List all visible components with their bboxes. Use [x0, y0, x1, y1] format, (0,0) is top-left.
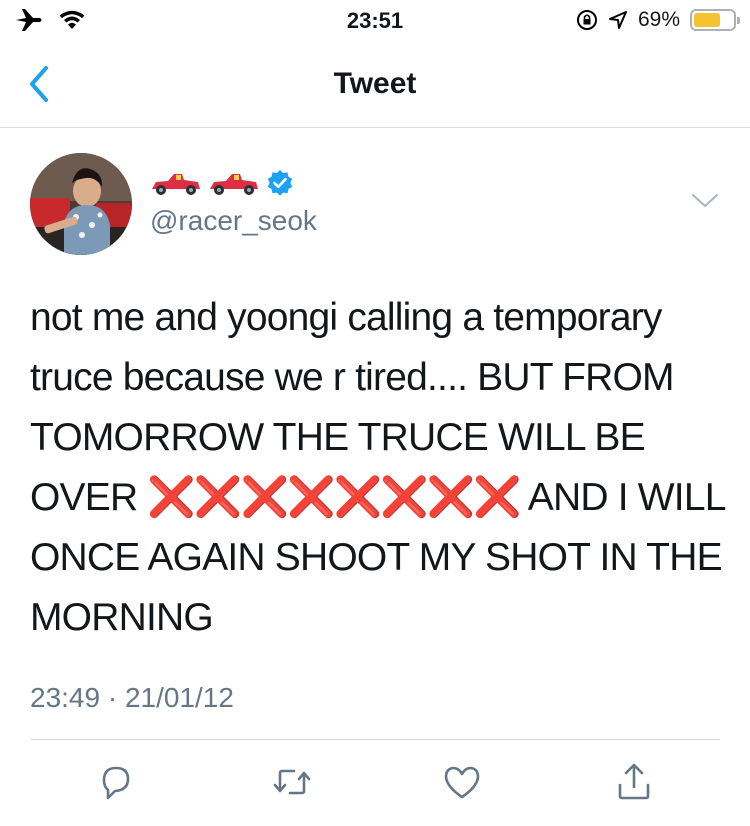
status-right: 69% [576, 8, 740, 32]
race-car-emoji-icon [210, 174, 258, 195]
location-icon [608, 11, 627, 29]
retweet-icon [273, 769, 311, 795]
like-icon [444, 766, 480, 799]
tweet-timestamp: 23:49 · 21/01/12 [30, 682, 234, 713]
race-car-emoji-icon [152, 174, 200, 195]
reply-button[interactable] [94, 760, 138, 808]
status-bar: 23:51 69% [0, 0, 750, 40]
retweet-button[interactable] [270, 760, 314, 808]
like-button[interactable] [440, 760, 484, 808]
more-options-button[interactable] [690, 190, 720, 212]
battery-icon [690, 9, 740, 31]
chevron-down-icon [691, 193, 719, 208]
battery-percent: 69% [637, 8, 680, 31]
orientation-lock-icon [576, 10, 597, 30]
cross-mark-emojis: ❌❌❌❌❌❌❌❌ [147, 476, 521, 519]
battery-level [694, 13, 721, 27]
nav-bar: Tweet [0, 40, 750, 128]
avatar-image [30, 153, 132, 255]
share-button[interactable] [612, 760, 656, 808]
share-icon [618, 763, 650, 800]
avatar[interactable] [30, 153, 132, 255]
user-handle[interactable]: @racer_seok [150, 205, 317, 237]
tweet-text: not me and yoongi calling a temporary tr… [30, 288, 725, 648]
tweet-actions [0, 760, 750, 816]
divider [30, 739, 720, 740]
reply-icon [102, 766, 130, 800]
verified-badge-icon [267, 170, 293, 196]
display-name[interactable] [150, 168, 294, 198]
page-title: Tweet [333, 67, 417, 100]
